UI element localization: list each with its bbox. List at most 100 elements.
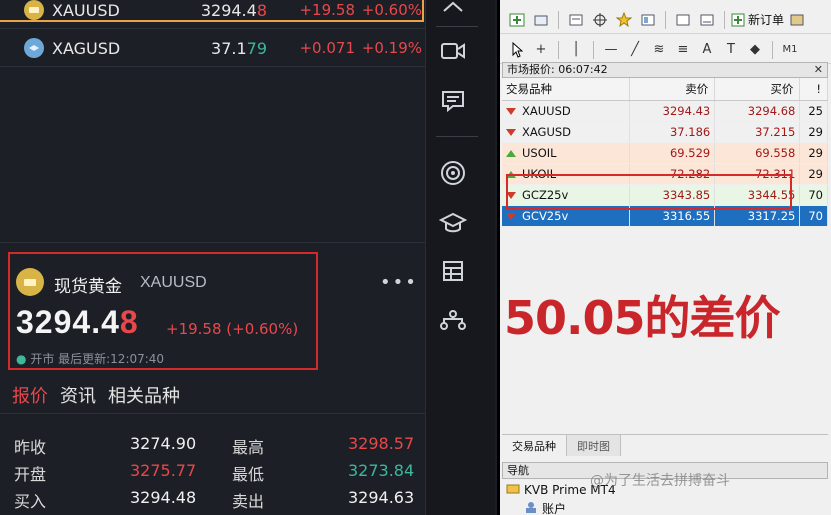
quote-row-xagusd[interactable]: XAGUSD 37.179 +0.071 +0.19% — [0, 32, 425, 64]
quote-pct: +0.19% — [361, 39, 422, 57]
price-change: +19.58 (+0.60%) — [166, 320, 299, 338]
vertical-line-icon[interactable]: │ — [565, 39, 587, 61]
row-spread: 29 — [799, 142, 828, 164]
tab-related[interactable]: 相关品种 — [108, 382, 180, 408]
channel-icon[interactable]: ≋ — [648, 39, 670, 61]
row-symbol: XAGUSD — [502, 121, 631, 143]
stat-label: 开盘 — [14, 465, 47, 484]
toolbar-drawing: + │ — ╱ ≋ ≡ A T ◆ M1 — [500, 36, 831, 64]
spread-highlight-box — [506, 174, 792, 210]
folder-icon — [506, 482, 520, 497]
stat-label: 买入 — [14, 492, 47, 511]
graduation-cap-icon[interactable] — [438, 208, 468, 238]
col-symbol[interactable]: 交易品种 — [502, 78, 631, 101]
navigator-item-accounts[interactable]: 账户 — [524, 500, 566, 515]
down-arrow-icon — [506, 212, 516, 220]
row-highlight — [0, 0, 424, 22]
row-spread: 29 — [799, 163, 828, 185]
tab-news[interactable]: 资讯 — [60, 382, 96, 408]
col-ask[interactable]: 买价 — [714, 78, 801, 101]
row-bid: 69.529 — [629, 142, 716, 164]
profiles-icon[interactable] — [530, 9, 552, 31]
divider — [772, 40, 773, 59]
divider — [0, 242, 425, 243]
col-spread[interactable]: ! — [799, 78, 828, 101]
silver-coin-icon — [24, 38, 44, 58]
stat-label: 最高 — [232, 438, 265, 457]
market-watch-icon[interactable] — [565, 9, 587, 31]
quote-price: 37.179 — [211, 38, 267, 58]
row-ask: 3294.68 — [714, 100, 801, 122]
divider — [0, 28, 425, 29]
mt4-window: 新订单 + │ — ╱ ≋ ≡ A T ◆ M1 市场报价: 06:07:42 … — [497, 0, 831, 515]
shapes-icon[interactable]: ◆ — [744, 39, 766, 61]
col-bid[interactable]: 卖价 — [629, 78, 716, 101]
tab-symbols[interactable]: 交易品种 — [502, 435, 567, 456]
stat-value: 3294.48 — [130, 488, 197, 507]
divider — [593, 40, 594, 59]
mobile-quote-panel: XAUUSD 3294.48 +19.58 +0.60% XAGUSD 37.1… — [0, 0, 425, 515]
tab-quote[interactable]: 报价 — [12, 382, 48, 408]
terminal-icon[interactable] — [696, 9, 718, 31]
market-watch-row[interactable]: USOIL 69.529 69.558 29 — [502, 142, 828, 164]
row-spread: 70 — [799, 184, 828, 206]
crosshair-tool-icon[interactable]: + — [530, 39, 552, 61]
divider — [724, 10, 725, 29]
metaeditor-icon[interactable] — [786, 9, 808, 31]
fibonacci-icon[interactable]: ≡ — [672, 39, 694, 61]
label-tool-icon[interactable]: T — [720, 39, 742, 61]
history-icon[interactable] — [672, 9, 694, 31]
new-order-button[interactable]: 新订单 — [731, 11, 784, 28]
market-status: ● 开市 最后更新:12:07:40 — [16, 352, 165, 366]
tab-tick-chart[interactable]: 即时图 — [567, 435, 621, 456]
stat-value: 3274.90 — [130, 434, 197, 453]
horizontal-line-icon[interactable]: — — [600, 39, 622, 61]
target-icon[interactable] — [438, 158, 468, 188]
down-arrow-icon — [506, 128, 516, 136]
instrument-name: 现货黄金 — [54, 277, 122, 297]
trendline-icon[interactable]: ╱ — [624, 39, 646, 61]
chevron-up-icon[interactable] — [438, 0, 468, 22]
watermark: @为了生活去拼搏奋斗 — [590, 473, 730, 489]
table-icon[interactable] — [438, 256, 468, 286]
row-ask: 69.558 — [714, 142, 801, 164]
gold-coin-icon — [16, 268, 44, 296]
detail-tabs: 报价 资讯 相关品种 — [12, 382, 180, 408]
more-options-button[interactable]: ••• — [380, 272, 418, 293]
text-tool-icon[interactable]: A — [696, 39, 718, 61]
row-ask: 37.215 — [714, 121, 801, 143]
crosshair-icon[interactable] — [589, 9, 611, 31]
divider — [436, 26, 478, 27]
chat-icon[interactable] — [438, 86, 468, 116]
stat-value: 3298.57 — [348, 434, 415, 453]
quote-change: +0.071 — [299, 39, 355, 57]
favorites-icon[interactable] — [613, 9, 635, 31]
timeframe-m1[interactable]: M1 — [779, 39, 801, 61]
stat-value: 3273.84 — [348, 461, 415, 480]
market-watch-row[interactable]: XAGUSD 37.186 37.215 29 — [502, 121, 828, 143]
quote-row-xauusd[interactable]: XAUUSD 3294.48 +19.58 +0.60% — [0, 0, 425, 26]
divider — [0, 413, 425, 414]
market-watch-tabs: 交易品种 即时图 — [502, 434, 828, 456]
quote-symbol: XAGUSD — [52, 38, 121, 58]
divider — [0, 66, 425, 67]
stat-value: 3294.63 — [348, 488, 415, 507]
new-chart-icon[interactable] — [506, 9, 528, 31]
close-icon[interactable]: ✕ — [814, 63, 823, 77]
video-icon[interactable] — [438, 36, 468, 66]
divider — [558, 10, 559, 29]
row-symbol: XAUUSD — [502, 100, 631, 122]
market-watch-row[interactable]: XAUUSD 3294.43 3294.68 25 — [502, 100, 828, 122]
cursor-icon[interactable] — [506, 39, 528, 61]
spread-annotation: 50.05的差价 — [504, 291, 781, 345]
network-icon[interactable] — [438, 306, 468, 336]
row-bid: 37.186 — [629, 121, 716, 143]
stat-value: 3275.77 — [130, 461, 197, 480]
data-window-icon[interactable] — [637, 9, 659, 31]
current-price: 3294.48 — [16, 304, 139, 340]
instrument-code: XAUUSD — [140, 274, 207, 291]
market-watch-title: 市场报价: 06:07:42 ✕ — [502, 62, 828, 78]
down-arrow-icon — [506, 107, 516, 115]
row-spread: 25 — [799, 100, 828, 122]
row-symbol: USOIL — [502, 142, 631, 164]
